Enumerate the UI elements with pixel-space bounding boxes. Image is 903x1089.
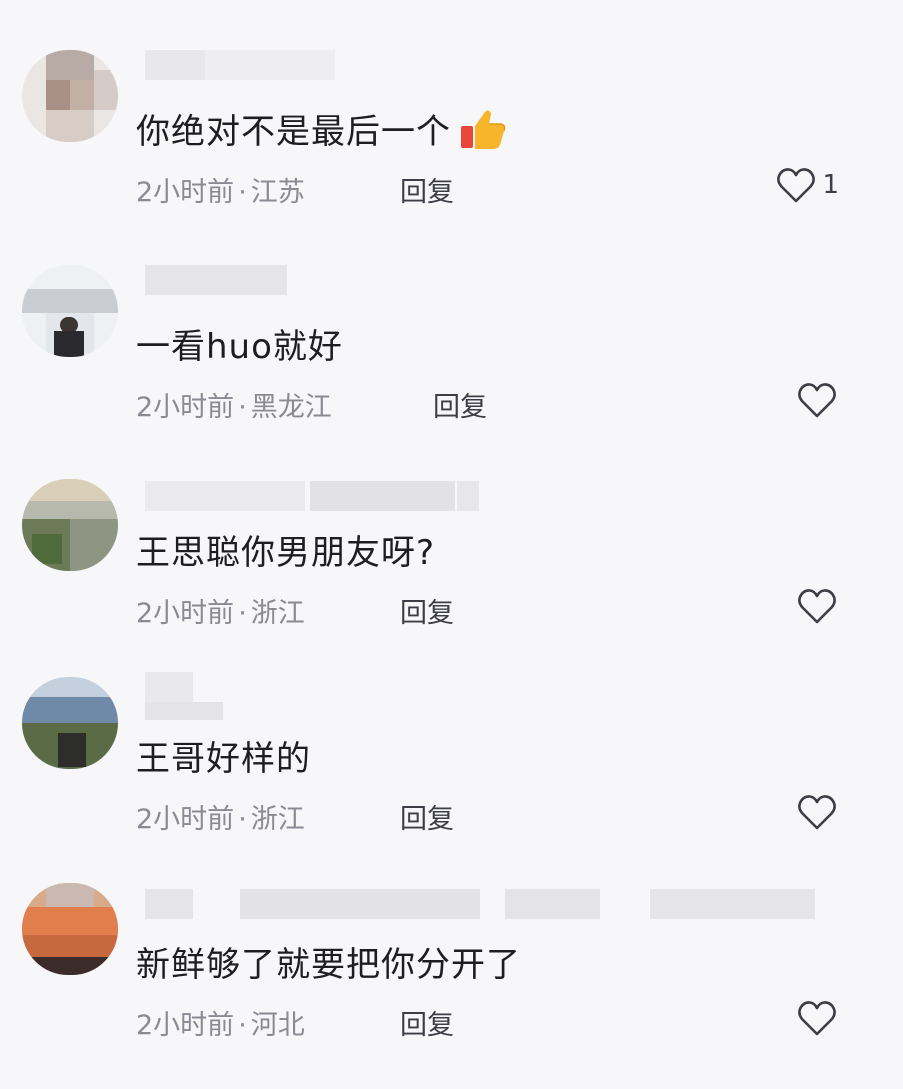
comment-time: 2小时前 [136,598,235,629]
comment-text: 你绝对不是最后一个 [136,104,507,153]
meta-separator: · [238,598,247,629]
comment-time: 2小时前 [136,1010,235,1041]
comment-location: 河北 [250,1010,305,1041]
comment-location: 黑龙江 [250,392,332,423]
username-blurred[interactable] [145,265,287,295]
heart-outline-icon [777,168,816,203]
comment-item: 新鲜够了就要把你分开了 2小时前 · 河北 回复 [0,883,903,1089]
heart-outline-icon [798,795,836,830]
comment-meta: 2小时前 · 江苏 [136,170,305,209]
meta-separator: · [238,177,247,208]
avatar[interactable] [22,677,118,769]
avatar[interactable] [22,479,118,571]
comment-meta: 2小时前 · 浙江 [136,591,305,630]
username-blurred[interactable] [145,481,479,511]
comment-meta: 2小时前 · 黑龙江 [136,385,332,424]
comment-text: 新鲜够了就要把你分开了 [136,945,521,985]
reply-button[interactable]: 回复 [400,591,454,630]
comment-item: 你绝对不是最后一个 2小时前 · 江苏 回复 1 [0,50,903,256]
reply-button[interactable]: 回复 [400,797,454,836]
heart-outline-icon [798,589,836,624]
comment-time: 2小时前 [136,177,235,208]
comment-item: 王思聪你男朋友呀? 2小时前 · 浙江 回复 [0,471,903,677]
meta-separator: · [238,392,247,423]
like-button[interactable]: 1 [776,166,839,204]
thumbs-up-icon [461,109,506,149]
heart-outline-icon [798,383,836,418]
comment-time: 2小时前 [136,392,235,423]
comment-text: 王思聪你男朋友呀? [136,533,436,573]
meta-separator: · [238,804,247,835]
comment-location: 江苏 [250,177,305,208]
like-button[interactable] [797,587,843,625]
username-blurred[interactable] [145,50,335,80]
like-button[interactable] [797,999,843,1037]
avatar[interactable] [22,883,118,975]
username-blurred[interactable] [145,672,223,720]
comment-meta: 2小时前 · 浙江 [136,797,305,836]
comment-text: 一看huo就好 [136,327,343,367]
comment-time: 2小时前 [136,804,235,835]
avatar[interactable] [22,50,118,142]
meta-separator: · [238,1010,247,1041]
comment-item: 一看huo就好 2小时前 · 黑龙江 回复 [0,265,903,471]
heart-outline-icon [798,1001,836,1036]
like-button[interactable] [797,381,843,419]
avatar[interactable] [22,265,118,357]
username-blurred[interactable] [145,889,815,919]
comment-location: 浙江 [250,804,305,835]
reply-button[interactable]: 回复 [400,1003,454,1042]
comment-text: 王哥好样的 [136,739,311,779]
comment-location: 浙江 [250,598,305,629]
like-count: 1 [822,170,839,200]
reply-button[interactable]: 回复 [433,385,487,424]
reply-button[interactable]: 回复 [400,170,454,209]
comment-meta: 2小时前 · 河北 [136,1003,305,1042]
like-button[interactable] [797,793,843,831]
comment-item: 王哥好样的 2小时前 · 浙江 回复 [0,672,903,883]
